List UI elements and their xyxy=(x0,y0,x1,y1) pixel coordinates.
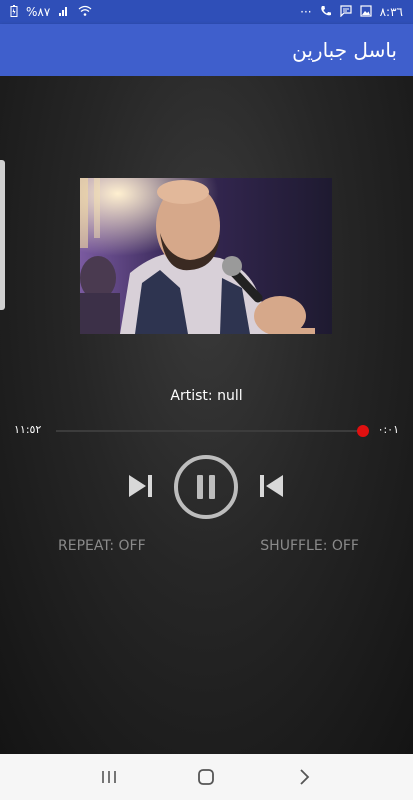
status-left: %٨٧ xyxy=(10,5,92,19)
clock: ٨:٣٦ xyxy=(379,5,403,19)
recents-button[interactable] xyxy=(89,762,129,792)
message-icon xyxy=(340,5,352,19)
battery-icon xyxy=(10,5,18,19)
seek-bar[interactable] xyxy=(56,425,369,437)
back-button[interactable] xyxy=(284,762,324,792)
mode-toggles: REPEAT: OFF SHUFFLE: OFF xyxy=(0,538,413,558)
pause-icon xyxy=(174,455,238,519)
play-pause-button[interactable] xyxy=(173,454,239,520)
page-title: باسل جبارين xyxy=(292,38,397,62)
recents-icon xyxy=(102,771,116,783)
artist-label: Artist: null xyxy=(170,388,243,404)
battery-percent: %٨٧ xyxy=(26,5,51,19)
home-button[interactable] xyxy=(186,762,226,792)
player-area: Artist: null ١١:٥٢ ٠:٠١ REPEAT: OFF SHUF… xyxy=(0,76,413,754)
seek-bar-row: ١١:٥٢ ٠:٠١ xyxy=(0,419,413,443)
total-time: ١١:٥٢ xyxy=(14,423,42,436)
app-bar: باسل جبارين xyxy=(0,24,413,76)
album-cover-image xyxy=(80,178,332,334)
shuffle-toggle[interactable]: SHUFFLE: OFF xyxy=(260,538,359,554)
elapsed-time: ٠:٠١ xyxy=(377,423,399,436)
skip-previous-button[interactable] xyxy=(256,472,286,500)
skip-previous-icon xyxy=(260,475,283,497)
back-icon xyxy=(300,769,310,785)
status-right: ··· ٨:٣٦ xyxy=(300,5,403,19)
playback-controls xyxy=(0,454,413,520)
signal-icon xyxy=(58,5,70,19)
skip-next-button[interactable] xyxy=(126,472,156,500)
seek-bar-thumb[interactable] xyxy=(356,425,369,437)
gallery-icon xyxy=(360,5,372,19)
skip-next-icon xyxy=(129,475,152,497)
home-icon xyxy=(198,769,215,785)
call-icon xyxy=(320,5,332,19)
status-bar: %٨٧ ··· ٨:٣٦ xyxy=(0,0,413,24)
more-notifications: ··· xyxy=(300,5,312,19)
system-nav-bar xyxy=(0,754,413,800)
wifi-icon xyxy=(78,5,92,19)
repeat-toggle[interactable]: REPEAT: OFF xyxy=(58,538,146,554)
drawer-handle[interactable] xyxy=(0,160,5,310)
